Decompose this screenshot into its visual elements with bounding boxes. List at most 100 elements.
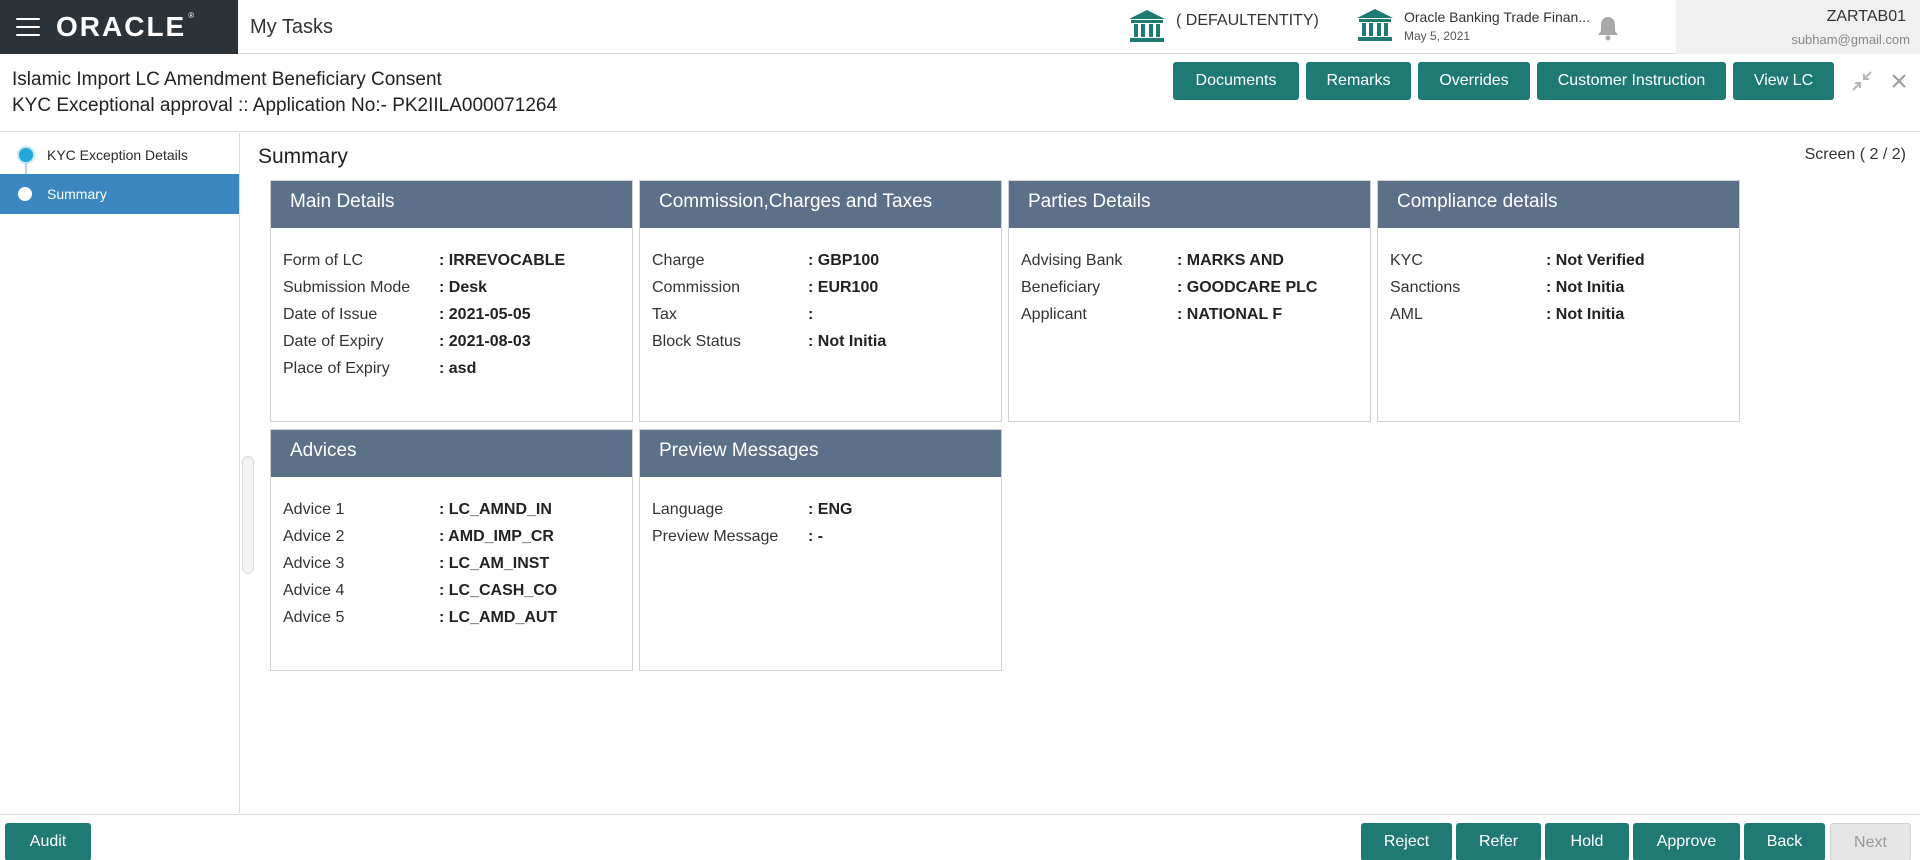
field-value: : - — [808, 527, 824, 545]
panel-resize-handle[interactable] — [242, 456, 254, 574]
field-value: : NATIONAL F — [1177, 305, 1283, 323]
overrides-button[interactable]: Overrides — [1418, 62, 1530, 100]
section-title: Summary — [258, 145, 348, 168]
remarks-button[interactable]: Remarks — [1306, 62, 1411, 100]
page-header: Islamic Import LC Amendment Beneficiary … — [0, 54, 1920, 132]
user-email: subham@gmail.com — [1791, 32, 1910, 47]
sidebar-item-summary[interactable]: Summary — [0, 174, 239, 214]
field-label: Language — [652, 500, 724, 518]
approve-button[interactable]: Approve — [1633, 823, 1740, 860]
bank-icon — [1357, 9, 1393, 41]
footer-bar: Audit Reject Refer Hold Approve Back Nex… — [0, 814, 1920, 860]
next-button[interactable]: Next — [1830, 823, 1911, 860]
step-indicator — [18, 187, 32, 201]
field-label: Preview Message — [652, 527, 779, 545]
refer-button[interactable]: Refer — [1456, 823, 1541, 860]
field-label: Advising Bank — [1021, 251, 1123, 269]
detail-row: Advice 5: LC_AMD_AUT — [271, 604, 632, 631]
detail-row: Sanctions : Not Initia — [1378, 274, 1739, 301]
field-label: Advice 2 — [283, 527, 345, 545]
application-number: KYC Exceptional approval :: Application … — [12, 95, 558, 116]
audit-button[interactable]: Audit — [5, 823, 91, 860]
field-label: Commission — [652, 278, 741, 296]
reject-button[interactable]: Reject — [1361, 823, 1452, 860]
detail-row: Advice 4 : LC_CASH_CO — [271, 577, 632, 604]
card-title: Compliance details — [1378, 181, 1739, 228]
detail-row: Place of Expiry : asd — [271, 355, 632, 382]
card-title: Advices — [271, 430, 632, 477]
detail-row: Charge: GBP100 — [640, 247, 1001, 274]
field-label: Advice 4 — [283, 581, 345, 599]
commission-charges-taxes-card[interactable]: Commission,Charges and Taxes Charge: GBP… — [639, 180, 1002, 422]
field-label: Block Status — [652, 332, 741, 350]
field-value: : asd — [439, 359, 477, 377]
field-value: : GOODCARE PLC — [1177, 278, 1318, 296]
compliance-details-card[interactable]: Compliance details KYC: Not Verified San… — [1377, 180, 1740, 422]
user-menu[interactable]: ZARTAB01 subham@gmail.com — [1676, 0, 1920, 54]
minimize-icon[interactable] — [1851, 70, 1873, 92]
step-indicator — [17, 146, 35, 164]
field-value: : EUR100 — [808, 278, 879, 296]
close-icon[interactable] — [1888, 70, 1910, 92]
documents-button[interactable]: Documents — [1173, 62, 1299, 100]
page-title: Islamic Import LC Amendment Beneficiary … — [12, 69, 442, 90]
field-value: : Not Initia — [1546, 305, 1625, 323]
top-bar: ORACLE ® My Tasks ( DEFAULTENTITY) Oracle… — [0, 0, 1920, 54]
field-label: Advice 1 — [283, 500, 345, 518]
parties-details-card[interactable]: Parties Details Advising Bank: MARKS AND… — [1008, 180, 1371, 422]
field-value: : Not Verified — [1546, 251, 1645, 269]
hold-button[interactable]: Hold — [1545, 823, 1629, 860]
field-label: Place of Expiry — [283, 359, 390, 377]
field-label: Form of LC — [283, 251, 364, 269]
detail-row: Preview Message : - — [640, 523, 1001, 550]
field-value: : ENG — [808, 500, 853, 518]
preview-messages-card[interactable]: Preview Messages Language : ENG Preview M… — [639, 429, 1002, 671]
detail-row: Beneficiary : GOODCARE PLC — [1009, 274, 1370, 301]
sidebar-item-kyc-exception-details[interactable]: KYC Exception Details — [0, 135, 239, 175]
field-value: : Not Initia — [1546, 278, 1625, 296]
field-value: : LC_CASH_CO — [439, 581, 558, 599]
card-title: Main Details — [271, 181, 632, 228]
detail-row: Language : ENG — [640, 496, 1001, 523]
screen-counter: Screen ( 2 / 2) — [1804, 146, 1906, 163]
field-label: Charge — [652, 251, 705, 269]
brand-area: ORACLE ® — [0, 0, 238, 54]
field-label: Advice 3 — [283, 554, 345, 572]
detail-row: Applicant : NATIONAL F — [1009, 301, 1370, 328]
view-lc-button[interactable]: View LC — [1733, 62, 1834, 100]
user-id: ZARTAB01 — [1826, 8, 1906, 25]
entity-label: ( DEFAULTENTITY) — [1176, 12, 1319, 29]
main-details-card[interactable]: Main Details Form of LC: IRREVOCABLE Sub… — [270, 180, 633, 422]
field-value: : 2021-08-03 — [439, 332, 531, 350]
field-label: Sanctions — [1390, 278, 1461, 296]
field-value: : IRREVOCABLE — [439, 251, 566, 269]
field-value: : LC_AM_INST — [439, 554, 550, 572]
detail-row: Tax: — [640, 301, 1001, 328]
detail-row: Advice 1: LC_AMND_IN — [271, 496, 632, 523]
sidebar-item-label: KYC Exception Details — [47, 147, 188, 163]
menu-icon[interactable] — [16, 18, 40, 36]
field-value: : MARKS AND — [1177, 251, 1284, 269]
field-value: : AMD_IMP_CR — [439, 527, 554, 545]
entity-selector[interactable]: ( DEFAULTENTITY) — [1128, 9, 1319, 45]
branch-selector[interactable]: Oracle Banking Trade Finan... May 5, 202… — [1356, 8, 1590, 46]
detail-row: Advice 3 : LC_AM_INST — [271, 550, 632, 577]
detail-row: Form of LC : IRREVOCABLE — [271, 247, 632, 274]
field-value: : Not Initia — [808, 332, 887, 350]
customer-instruction-button[interactable]: Customer Instruction — [1537, 62, 1726, 100]
detail-row: Advising Bank : MARKS AND — [1009, 247, 1370, 274]
field-label: Date of Issue — [283, 305, 378, 323]
advices-card[interactable]: Advices Advice 1: LC_AMND_IN Advice 2 : A… — [270, 429, 633, 671]
field-label: Date of Expiry — [283, 332, 384, 350]
card-title: Preview Messages — [640, 430, 1001, 477]
bell-icon[interactable] — [1596, 15, 1620, 41]
back-button[interactable]: Back — [1744, 823, 1825, 860]
detail-row: AML: Not Initia — [1378, 301, 1739, 328]
bank-icon — [1129, 10, 1165, 42]
field-label: Beneficiary — [1021, 278, 1101, 296]
field-label: Applicant — [1021, 305, 1087, 323]
field-label: Advice 5 — [283, 608, 345, 626]
field-value: : — [808, 305, 814, 323]
oracle-logo: ORACLE ® — [56, 11, 197, 42]
sidebar-item-label: Summary — [47, 186, 107, 202]
